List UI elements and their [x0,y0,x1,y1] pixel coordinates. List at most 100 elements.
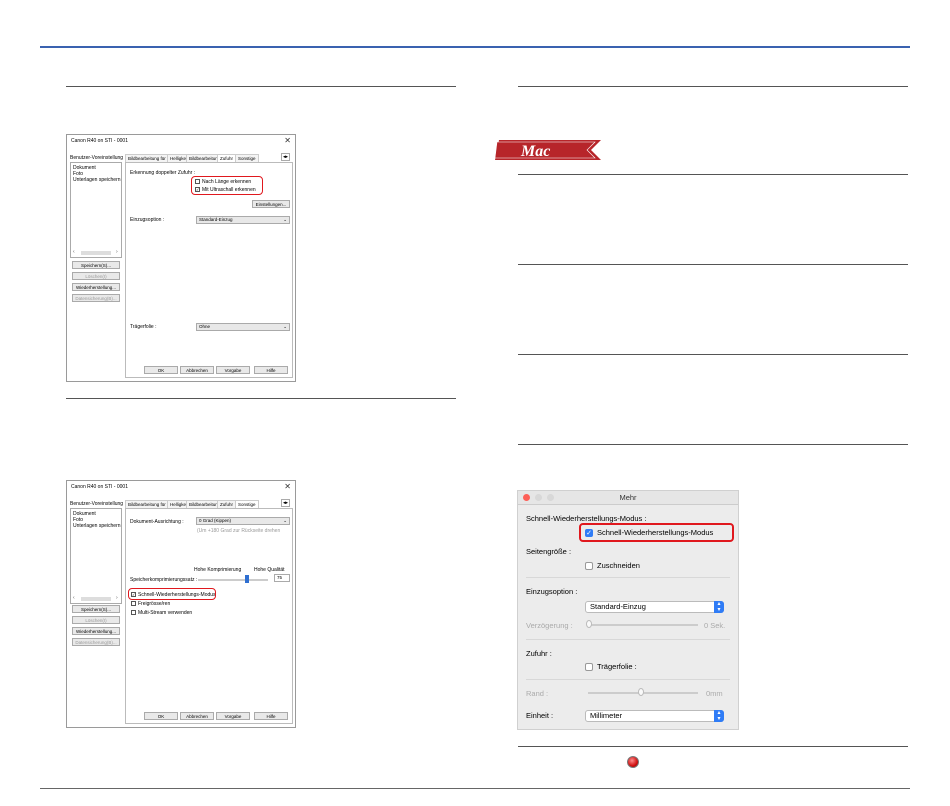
carrier-label: Trägerfolie : [597,662,637,671]
orientation-label: Dokument-Ausrichtung : [130,519,184,525]
chevron-down-icon: ⌄ [283,518,287,523]
delay-value: 0 Sek. [704,621,726,630]
backup-button[interactable]: Datensicherung(B)... [72,638,120,646]
title-bar: Canon R40 on STI - 0001 ✕ [67,135,295,147]
section-rule [518,746,908,747]
popup-arrows-icon: ▴ ▾ [714,601,724,613]
crop-label: Freigrösse/ren [138,601,171,607]
list-item[interactable]: Unterlagen speichern [73,177,121,183]
scroll-left-icon[interactable]: ‹ [73,595,75,601]
tab-feed[interactable]: Zufuhr [217,500,237,508]
settings-button[interactable]: Einstellungen... [252,200,290,208]
memory-compression-label: Speicherkomprimierungssatz : [130,577,198,583]
edge-label: Rand : [526,689,549,698]
crop-checkbox[interactable] [585,562,593,570]
section-rule [518,174,908,175]
multistream-label: Multi-Stream verwenden [138,610,193,616]
help-button[interactable]: Hilfe [254,712,288,720]
unit-popup[interactable]: Millimeter ▴ ▾ [585,710,724,722]
default-button[interactable]: Vorgabe [216,366,250,374]
divider [526,639,730,640]
slider-thumb[interactable] [245,575,249,583]
tab-scroll-icon[interactable]: ◂▸ [281,499,291,507]
scanner-dialog-other: Canon R40 on STI - 0001 ✕ Benutzer-Vorei… [66,480,296,728]
mac-badge: Mac [495,140,601,160]
backup-button[interactable]: Datensicherung(B)... [72,294,120,302]
carrier-value: Ohne [199,324,211,329]
section-rule [518,86,908,87]
divider [526,577,730,578]
footer-rule [40,788,910,789]
preset-list[interactable]: Dokument Foto Unterlagen speichern ‹ › [70,508,122,604]
save-button[interactable]: Speichern(S)... [72,605,120,613]
page-size-label: Seitengröße : [526,547,572,556]
slider-thumb[interactable] [638,688,644,696]
slider-thumb[interactable] [586,620,592,628]
window-title: Canon R40 on STI - 0001 [71,138,128,144]
tab-content: Erkennung doppelter Zufuhr : Nach Länge … [125,162,293,378]
supply-label: Zufuhr : [526,649,552,658]
edge-value: 0mm [706,689,723,698]
feed-option-select[interactable]: Standard-Einzug ⌄ [196,216,290,224]
multistream-checkbox[interactable] [131,610,136,615]
crop-label: Zuschneiden [597,561,640,570]
feed-option-popup[interactable]: Standard-Einzug ▴ ▾ [585,601,724,613]
cancel-button[interactable]: Abbrechen [180,366,214,374]
scanner-dialog-feed: Canon R40 on STI - 0001 ✕ Benutzer-Vorei… [66,134,296,382]
delay-slider[interactable] [588,624,698,626]
delete-button[interactable]: Löschen(I) [72,616,120,624]
feed-option-value: Standard-Einzug [199,217,233,222]
section-rule [518,354,908,355]
highlight-frame [128,588,216,600]
unit-value: Millimeter [590,711,623,720]
red-button-icon [627,756,639,768]
restore-button[interactable]: Wiederherstellung... [72,283,120,291]
carrier-checkbox[interactable] [585,663,593,671]
close-icon[interactable]: ✕ [284,482,291,491]
feed-option-label: Einzugsoption : [130,217,165,223]
ok-button[interactable]: OK [144,366,178,374]
window-title: Mehr [619,493,637,502]
scroll-right-icon[interactable]: › [116,249,118,255]
title-bar: Mehr [518,491,738,505]
tab-user-preset[interactable]: Benutzer-Voreinstellung [70,155,123,161]
tab-user-preset[interactable]: Benutzer-Voreinstellung [70,501,123,507]
scrollbar[interactable] [81,597,111,601]
orientation-select[interactable]: 0 Grad (Kippen) ⌄ [196,517,290,525]
default-button[interactable]: Vorgabe [216,712,250,720]
crop-checkbox[interactable] [131,601,136,606]
ok-button[interactable]: OK [144,712,178,720]
popup-arrows-icon: ▴ ▾ [714,710,724,722]
feed-option-value: Standard-Einzug [590,602,646,611]
tab-other[interactable]: Sonstige [235,500,259,508]
tab-feed[interactable]: Zufuhr [217,154,237,162]
section-rule [66,398,456,399]
cancel-button[interactable]: Abbrechen [180,712,214,720]
memory-compression-spinner[interactable]: 75 [274,574,290,582]
close-icon[interactable]: ✕ [284,136,291,145]
tab-scroll-icon[interactable]: ◂▸ [281,153,291,161]
scrollbar[interactable] [81,251,111,255]
section-rule [518,264,908,265]
delete-button[interactable]: Löschen(I) [72,272,120,280]
restore-button[interactable]: Wiederherstellung... [72,627,120,635]
chevron-down-icon: ⌄ [283,324,287,329]
memory-compression-slider[interactable] [198,579,268,581]
carrier-select[interactable]: Ohne ⌄ [196,323,290,331]
chevron-down-icon: ⌄ [283,217,287,222]
tab-content: Dokument-Ausrichtung : 0 Grad (Kippen) ⌄ … [125,508,293,724]
scroll-right-icon[interactable]: › [116,595,118,601]
rotate-note: (Um +180 Grad zur Rückseite drehen [197,528,281,534]
delay-label: Verzögerung : [526,621,573,630]
section-rule [66,86,456,87]
title-bar: Canon R40 on STI - 0001 ✕ [67,481,295,493]
help-button[interactable]: Hilfe [254,366,288,374]
carrier-label: Trägerfolie : [130,324,157,330]
preset-list[interactable]: Dokument Foto Unterlagen speichern ‹ › [70,162,122,258]
double-feed-label: Erkennung doppelter Zufuhr : [130,170,196,176]
scroll-left-icon[interactable]: ‹ [73,249,75,255]
save-button[interactable]: Speichern(S)... [72,261,120,269]
tab-other[interactable]: Sonstige [235,154,259,162]
list-item[interactable]: Unterlagen speichern [73,523,121,529]
slider-min-label: Hohe Komprimierung [194,567,242,573]
